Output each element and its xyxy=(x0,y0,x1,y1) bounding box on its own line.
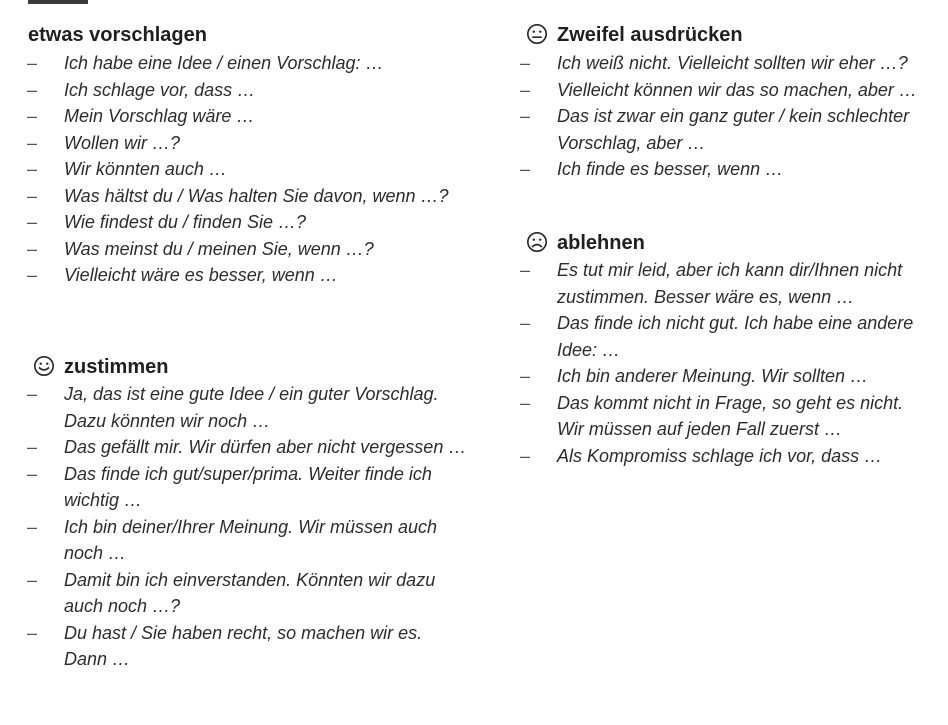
section-title: ablehnen xyxy=(557,232,645,254)
list-item: Das finde ich gut/super/prima. Weiter fi… xyxy=(0,461,466,514)
list-item: Das finde ich nicht gut. Ich habe eine a… xyxy=(500,310,913,363)
list-item: Ich bin deiner/Ihrer Meinung. Wir müssen… xyxy=(0,514,466,567)
list-item: Mein Vorschlag wäre … xyxy=(0,103,449,130)
list-item: Damit bin ich einverstanden. Könnten wir… xyxy=(0,567,466,620)
list-item: Was meinst du / meinen Sie, wenn …? xyxy=(0,236,449,263)
section-zustimmen: zustimmen Ja, das ist eine gute Idee / e… xyxy=(0,354,466,673)
list-ablehnen: Es tut mir leid, aber ich kann dir/Ihnen… xyxy=(500,257,913,469)
list-item: Wollen wir …? xyxy=(0,130,449,157)
list-item: Vielleicht wäre es besser, wenn … xyxy=(0,262,449,289)
section-title: zustimmen xyxy=(64,356,169,378)
list-item: Wie findest du / finden Sie …? xyxy=(0,209,449,236)
section-vorschlagen: etwas vorschlagen Ich habe eine Idee / e… xyxy=(0,22,449,289)
list-item: Ich finde es besser, wenn … xyxy=(500,156,917,183)
section-ablehnen: ablehnen Es tut mir leid, aber ich kann … xyxy=(500,230,913,469)
section-heading-vorschlagen: etwas vorschlagen xyxy=(28,24,207,46)
list-item: Ich habe eine Idee / einen Vorschlag: … xyxy=(0,50,449,77)
sad-face-icon xyxy=(527,232,547,252)
list-item: Ja, das ist eine gute Idee / ein guter V… xyxy=(0,381,466,434)
list-item: Als Kompromiss schlage ich vor, dass … xyxy=(500,443,913,470)
list-vorschlagen: Ich habe eine Idee / einen Vorschlag: … … xyxy=(0,50,449,289)
list-item: Was hältst du / Was halten Sie davon, we… xyxy=(0,183,449,210)
list-item: Wir könnten auch … xyxy=(0,156,449,183)
neutral-face-icon xyxy=(527,24,547,44)
list-item: Du hast / Sie haben recht, so machen wir… xyxy=(0,620,466,673)
list-item: Ich bin anderer Meinung. Wir sollten … xyxy=(500,363,913,390)
list-item: Es tut mir leid, aber ich kann dir/Ihnen… xyxy=(500,257,913,310)
list-zweifel: Ich weiß nicht. Vielleicht sollten wir e… xyxy=(500,50,917,183)
happy-face-icon xyxy=(34,356,54,376)
section-heading-zustimmen: zustimmen xyxy=(34,354,466,380)
header-strip xyxy=(28,0,88,4)
list-item: Das gefällt mir. Wir dürfen aber nicht v… xyxy=(0,434,466,461)
list-item: Das ist zwar ein ganz guter / kein schle… xyxy=(500,103,917,156)
section-heading-zweifel: Zweifel ausdrücken xyxy=(527,22,917,48)
list-item: Ich schlage vor, dass … xyxy=(0,77,449,104)
list-zustimmen: Ja, das ist eine gute Idee / ein guter V… xyxy=(0,381,466,673)
section-heading-ablehnen: ablehnen xyxy=(527,230,913,256)
list-item: Das kommt nicht in Frage, so geht es nic… xyxy=(500,390,913,443)
section-title: Zweifel ausdrücken xyxy=(557,24,743,46)
list-item: Vielleicht können wir das so machen, abe… xyxy=(500,77,917,104)
section-zweifel: Zweifel ausdrücken Ich weiß nicht. Viell… xyxy=(500,22,917,183)
list-item: Ich weiß nicht. Vielleicht sollten wir e… xyxy=(500,50,917,77)
